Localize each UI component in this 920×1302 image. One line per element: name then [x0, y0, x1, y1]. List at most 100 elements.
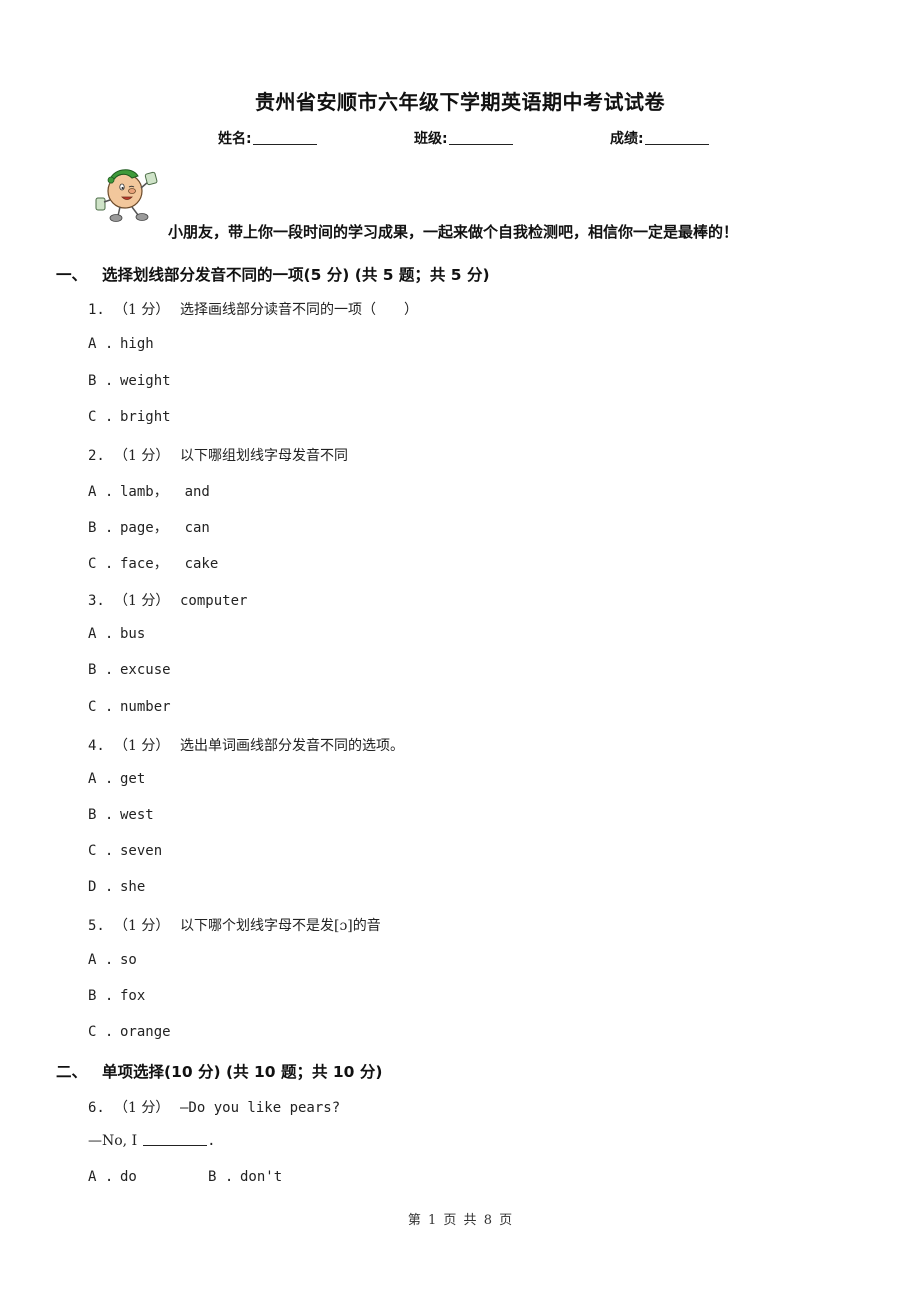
question-score: （1 分） — [114, 302, 170, 318]
question-number: 2. — [88, 448, 105, 464]
option-text: high — [120, 336, 154, 352]
question-number: 3. — [88, 593, 105, 609]
option-text: west — [120, 807, 154, 823]
section-title: 单项选择(10 分) (共 10 题；共 10 分) — [102, 1063, 383, 1081]
option-letter: B . — [88, 373, 114, 389]
question-number: 6. — [88, 1100, 105, 1116]
question-text: 选择画线部分读音不同的一项（ ） — [180, 302, 418, 318]
question-score: （1 分） — [114, 1100, 170, 1116]
score-label: 成绩: — [610, 131, 644, 147]
question-score: （1 分） — [114, 593, 170, 609]
exam-title: 贵州省安顺市六年级下学期英语期中考试试卷 — [255, 90, 665, 114]
option-3c[interactable]: C . number — [88, 699, 171, 715]
section-heading-2: 二、 单项选择(10 分) (共 10 题；共 10 分) — [56, 1060, 382, 1082]
option-letter: A . — [88, 771, 114, 787]
question-text: 以下哪个划线字母不是发[ɔ]的音 — [180, 918, 381, 934]
section-number: 一、 — [56, 266, 88, 284]
question-score: （1 分） — [114, 738, 170, 754]
class-label: 班级: — [414, 131, 448, 147]
question-score: （1 分） — [114, 448, 170, 464]
answer-suffix: . — [207, 1133, 216, 1149]
option-text: face， cake — [120, 556, 219, 572]
option-text: page， can — [120, 520, 210, 536]
option-letter: D . — [88, 879, 114, 895]
greeting-text: 小朋友，带上你一段时间的学习成果，一起来做个自我检测吧，相信你一定是最棒的！ — [168, 223, 739, 241]
option-text: fox — [120, 988, 146, 1004]
question-4: 4. （1 分） 选出单词画线部分发音不同的选项。 — [88, 735, 404, 755]
option-2c[interactable]: C . face， cake — [88, 553, 218, 573]
option-4b[interactable]: B . west — [88, 807, 154, 823]
question-text: 以下哪组划线字母发音不同 — [180, 448, 348, 464]
option-letter: A . — [88, 484, 114, 500]
options-row-6: A . do B . don't — [88, 1169, 282, 1185]
option-text: lamb， and — [120, 484, 210, 500]
option-2b[interactable]: B . page， can — [88, 517, 210, 537]
option-1c[interactable]: C . bright — [88, 409, 171, 425]
option-letter: C . — [88, 1024, 114, 1040]
question-text: 选出单词画线部分发音不同的选项。 — [180, 738, 404, 754]
option-letter: C . — [88, 699, 114, 715]
question-2: 2. （1 分） 以下哪组划线字母发音不同 — [88, 445, 348, 465]
option-4c[interactable]: C . seven — [88, 843, 162, 859]
class-field: 班级: — [414, 128, 513, 148]
option-3a[interactable]: A . bus — [88, 626, 145, 642]
option-letter: C . — [88, 409, 114, 425]
option-text: do — [120, 1169, 137, 1185]
option-1b[interactable]: B . weight — [88, 373, 171, 389]
option-letter: A . — [88, 1169, 114, 1185]
option-text: she — [120, 879, 146, 895]
question-text: computer — [180, 593, 248, 609]
option-4d[interactable]: D . she — [88, 879, 145, 895]
page-footer: 第 1 页 共 8 页 — [407, 1213, 513, 1228]
question-5: 5. （1 分） 以下哪个划线字母不是发[ɔ]的音 — [88, 915, 381, 935]
option-text: get — [120, 771, 146, 787]
class-blank — [448, 130, 513, 145]
option-text: seven — [120, 843, 163, 859]
option-1a[interactable]: A . high — [88, 336, 154, 352]
section-title: 选择划线部分发音不同的一项(5 分) (共 5 题；共 5 分) — [102, 266, 490, 284]
question-1: 1. （1 分） 选择画线部分读音不同的一项（ ） — [88, 299, 418, 319]
option-2a[interactable]: A . lamb， and — [88, 481, 210, 501]
option-text: orange — [120, 1024, 171, 1040]
question-6: 6. （1 分） —Do you like pears? — [88, 1097, 340, 1117]
option-text: excuse — [120, 662, 171, 678]
section-number: 二、 — [56, 1063, 88, 1081]
option-3b[interactable]: B . excuse — [88, 662, 171, 678]
option-text: bus — [120, 626, 146, 642]
option-text: so — [120, 952, 137, 968]
score-blank — [644, 130, 709, 145]
name-blank — [252, 130, 317, 145]
question-3: 3. （1 分） computer — [88, 590, 247, 610]
question-number: 4. — [88, 738, 105, 754]
option-5a[interactable]: A . so — [88, 952, 137, 968]
option-5c[interactable]: C . orange — [88, 1024, 171, 1040]
option-5b[interactable]: B . fox — [88, 988, 145, 1004]
score-field: 成绩: — [610, 128, 709, 148]
option-letter: C . — [88, 843, 114, 859]
option-text: weight — [120, 373, 171, 389]
option-4a[interactable]: A . get — [88, 771, 145, 787]
question-number: 5. — [88, 918, 105, 934]
option-letter: A . — [88, 336, 114, 352]
option-text: number — [120, 699, 171, 715]
answer-blank[interactable] — [143, 1133, 208, 1146]
option-letter: B . — [88, 807, 114, 823]
option-letter: B . — [88, 520, 114, 536]
option-letter: C . — [88, 556, 114, 572]
section-heading-1: 一、 选择划线部分发音不同的一项(5 分) (共 5 题；共 5 分) — [56, 263, 490, 285]
option-letter: B . — [88, 662, 114, 678]
option-6a[interactable]: A . do — [88, 1169, 208, 1185]
question-text: —Do you like pears? — [180, 1100, 341, 1116]
answer-prefix: —No, I — [88, 1133, 138, 1149]
option-letter: B . — [208, 1169, 234, 1185]
answer-line-6: —No, I. — [88, 1133, 216, 1149]
option-6b[interactable]: B . don't — [208, 1169, 282, 1185]
name-field: 姓名: — [218, 128, 317, 148]
exam-page: 贵州省安顺市六年级下学期英语期中考试试卷 姓名: 班级: 成绩: 小朋友，带上你… — [0, 0, 920, 1302]
name-label: 姓名: — [218, 131, 252, 147]
option-letter: A . — [88, 952, 114, 968]
option-text: bright — [120, 409, 171, 425]
student-info-row: 姓名: 班级: 成绩: — [0, 128, 920, 150]
option-letter: B . — [88, 988, 114, 1004]
cartoon-mascot-icon — [92, 160, 170, 228]
